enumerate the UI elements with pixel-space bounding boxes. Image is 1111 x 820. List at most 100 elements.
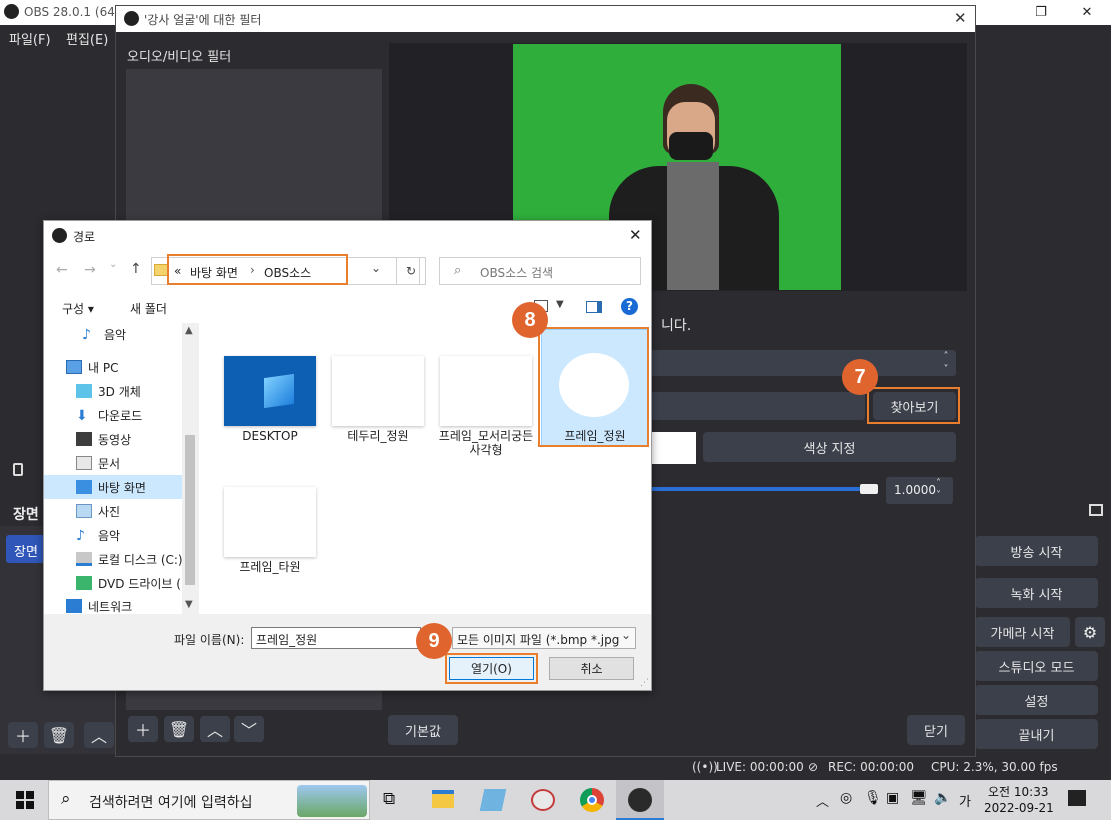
close-icon: ✕ (1081, 5, 1093, 20)
tray-chevron-icon[interactable]: ︿ (816, 791, 829, 810)
settings-button[interactable]: 설정 (975, 685, 1098, 715)
opacity-slider-track[interactable] (651, 487, 861, 491)
nav-item-downloads[interactable]: ⬇ 다운로드 (76, 404, 142, 426)
cancel-button[interactable]: 취소 (549, 657, 634, 680)
filter-list-header: 오디오/비디오 필터 (127, 50, 232, 65)
start-virtual-camera-button[interactable]: 가메라 시작 (975, 617, 1070, 647)
nav-item-network[interactable]: 네트워크 (66, 599, 132, 613)
obs-taskbar-button[interactable] (616, 780, 664, 820)
filter-close-icon[interactable]: ✕ (954, 9, 967, 27)
snip-tool-icon[interactable] (531, 789, 555, 811)
up-arrow-icon[interactable]: ↑ (130, 261, 142, 277)
address-dropdown-icon[interactable]: ⌄ (371, 261, 381, 275)
filename-input[interactable]: 프레임_정원 (251, 627, 421, 649)
obs-close-button[interactable]: ✕ (1064, 0, 1110, 25)
nav-item-3d-objects[interactable]: 3D 개체 (76, 380, 141, 402)
close-button[interactable]: 닫기 (907, 715, 965, 745)
menu-file[interactable]: 파일(F) (9, 29, 51, 48)
nav-scroll-thumb[interactable] (185, 435, 195, 585)
defaults-button[interactable]: 기본값 (388, 715, 458, 745)
filetype-dropdown-icon[interactable]: ⌄ (621, 628, 632, 642)
opacity-spinbox[interactable]: 1.0000 ˄ ˅ (886, 477, 953, 504)
file-dialog-title: 경로 (73, 230, 96, 244)
add-filter-button[interactable]: ＋ (128, 716, 158, 742)
opacity-slider-handle[interactable] (860, 484, 878, 494)
disk-icon (76, 552, 92, 566)
scroll-down-icon[interactable]: ▼ (185, 599, 193, 610)
refresh-button[interactable]: ↻ (396, 257, 426, 285)
video-icon (76, 432, 92, 446)
remove-scene-button[interactable]: 🗑 (44, 722, 74, 748)
camera-tray-icon[interactable]: ◎ (840, 790, 852, 806)
file-label-ellipse[interactable]: 프레임_타원 (215, 560, 325, 574)
select-color-button[interactable]: 색상 지정 (703, 432, 956, 462)
volume-tray-icon[interactable]: 🔈 (934, 790, 951, 806)
windows-start-icon[interactable] (16, 791, 34, 809)
remove-filter-button[interactable]: 🗑 (164, 716, 194, 742)
forward-arrow-icon[interactable]: → (84, 262, 96, 278)
taskbar-search-box[interactable]: ⌕ 검색하려면 여기에 입력하십 (48, 780, 370, 820)
file-thumb-rounded-rect[interactable] (440, 356, 532, 426)
dvd-icon (76, 576, 92, 590)
clock-date[interactable]: 2022-09-21 (984, 801, 1054, 815)
network-tray-icon[interactable]: 🖥 (910, 790, 928, 806)
start-recording-button[interactable]: 녹화 시작 (975, 578, 1098, 608)
nav-scrollbar[interactable]: ▲ ▼ (182, 323, 199, 614)
file-label-border-circle[interactable]: 테두리_정원 (323, 429, 433, 443)
clock-time[interactable]: 오전 10:33 (988, 783, 1048, 800)
back-arrow-icon[interactable]: ← (56, 262, 68, 278)
studio-mode-button[interactable]: 스튜디오 모드 (975, 651, 1098, 681)
nav-item-documents[interactable]: 문서 (76, 452, 120, 474)
new-folder-button[interactable]: 새 폴더 (130, 300, 167, 317)
filter-type-select[interactable] (651, 350, 956, 376)
move-filter-up-button[interactable]: ︿ (200, 716, 230, 742)
resize-grip-icon[interactable]: ⋰ (640, 678, 649, 688)
virtual-camera-settings-button[interactable]: ⚙ (1075, 617, 1105, 647)
scroll-up-icon[interactable]: ▲ (185, 325, 193, 336)
obs-maximize-button[interactable]: ❐ (1018, 0, 1064, 25)
display-tray-icon[interactable]: ▣ (886, 790, 899, 806)
path-field[interactable] (651, 392, 865, 420)
nav-item-pictures[interactable]: 사진 (76, 500, 120, 522)
notepad-app-icon[interactable] (479, 789, 507, 811)
task-view-icon[interactable]: ⧉ (383, 789, 395, 809)
nav-item-dvd[interactable]: DVD 드라이브 ( (76, 572, 181, 594)
history-chevron-icon[interactable]: ⌄ (109, 259, 117, 270)
chrome-icon[interactable] (580, 788, 604, 812)
view-dropdown-icon[interactable]: ▼ (556, 299, 564, 310)
nav-item-desktop[interactable]: 바탕 화면 (76, 476, 146, 498)
file-dialog-close-icon[interactable]: ✕ (629, 226, 642, 244)
nav-item-videos[interactable]: 동영상 (76, 428, 131, 450)
file-label-rounded-rect[interactable]: 프레임_모서리궁든사각형 (438, 429, 534, 457)
computer-icon (66, 360, 82, 374)
scene-item[interactable]: 장면 (6, 535, 46, 563)
nav-item-music-top[interactable]: ♪ 음악 (82, 323, 126, 345)
file-explorer-icon[interactable] (432, 790, 454, 808)
file-label-circle[interactable]: 프레임_정원 (540, 429, 650, 443)
file-thumb-border-circle[interactable] (332, 356, 424, 426)
obs-logo-icon (628, 788, 652, 812)
file-thumb-circle[interactable] (549, 346, 641, 424)
nav-item-local-disk[interactable]: 로컬 디스크 (C:) (76, 548, 183, 570)
exit-button[interactable]: 끝내기 (975, 719, 1098, 749)
start-streaming-button[interactable]: 방송 시작 (975, 536, 1098, 566)
gear-icon: ⚙ (1082, 622, 1098, 642)
move-filter-down-button[interactable]: ﹀ (234, 716, 264, 742)
ime-indicator[interactable]: 가 (959, 791, 971, 810)
search-input[interactable]: ⌕ OBS소스 검색 (439, 257, 641, 285)
microphone-tray-icon[interactable]: 🎙 (864, 790, 882, 806)
file-thumb-ellipse[interactable] (224, 487, 316, 557)
file-label-desktop[interactable]: DESKTOP (215, 429, 325, 443)
help-icon[interactable]: ? (621, 298, 638, 315)
nav-item-music[interactable]: ♪ 음악 (76, 524, 120, 546)
menu-edit[interactable]: 편집(E) (66, 29, 108, 48)
file-thumb-desktop[interactable] (224, 356, 316, 426)
add-scene-button[interactable]: ＋ (8, 722, 38, 748)
notification-center-icon[interactable] (1068, 790, 1086, 806)
organize-button[interactable]: 구성 ▾ (62, 300, 94, 317)
nav-item-this-pc[interactable]: 내 PC (66, 356, 118, 378)
preview-pane-icon[interactable] (586, 301, 602, 313)
move-scene-up-button[interactable]: ︿ (84, 722, 114, 748)
filetype-select[interactable]: 모든 이미지 파일 (*.bmp *.jpg (452, 627, 636, 649)
undock-icon[interactable] (1089, 504, 1103, 516)
